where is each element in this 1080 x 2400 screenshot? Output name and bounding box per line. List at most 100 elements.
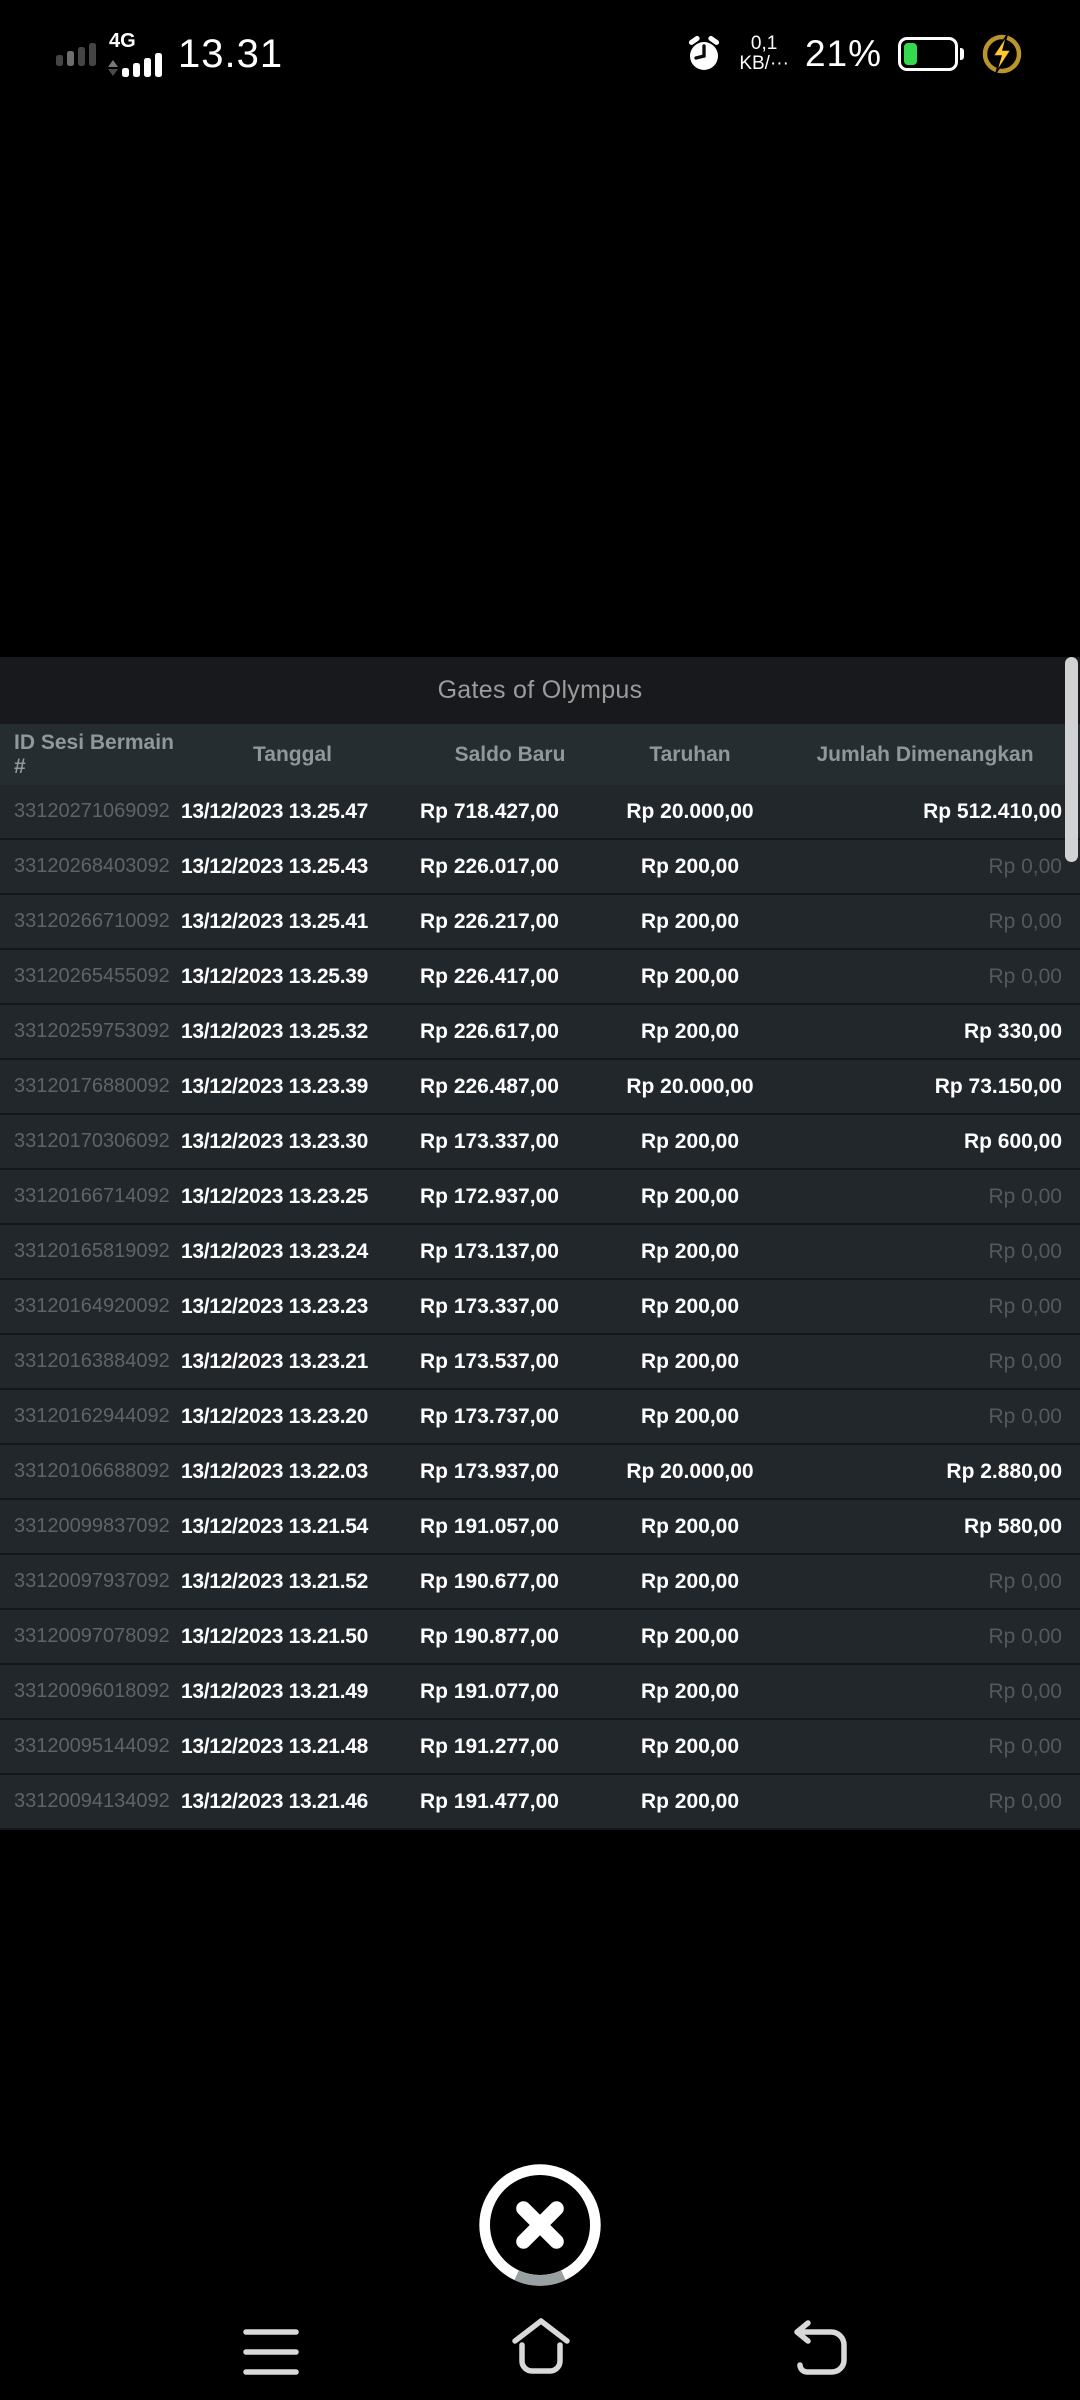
column-header-session-id: ID Sesi Bermain # [14, 730, 174, 778]
cell-new-balance: Rp 191.477,00 [420, 1789, 559, 1813]
cell-amount-won: Rp 0,00 [988, 1624, 1062, 1648]
cell-new-balance: Rp 191.077,00 [420, 1679, 559, 1703]
cell-date: 13/12/2023 13.25.41 [181, 909, 368, 933]
cell-date: 13/12/2023 13.25.47 [181, 799, 368, 823]
column-header-date: Tanggal [253, 742, 332, 766]
cell-session-id: 33120176880092 [14, 1075, 170, 1097]
table-row: 33120268403092 13/12/2023 13.25.43 Rp 22… [0, 840, 1080, 895]
cell-bet: Rp 200,00 [640, 909, 740, 933]
table-row: 33120266710092 13/12/2023 13.25.41 Rp 22… [0, 895, 1080, 950]
table-row: 33120165819092 13/12/2023 13.23.24 Rp 17… [0, 1225, 1080, 1280]
nav-menu-button[interactable] [243, 2327, 299, 2382]
cell-amount-won: Rp 0,00 [988, 1349, 1062, 1373]
cell-new-balance: Rp 226.217,00 [420, 909, 559, 933]
cell-bet: Rp 20.000,00 [626, 1074, 754, 1098]
table-row: 33120094134092 13/12/2023 13.21.46 Rp 19… [0, 1775, 1080, 1830]
table-row: 33120176880092 13/12/2023 13.23.39 Rp 22… [0, 1060, 1080, 1115]
cell-amount-won: Rp 0,00 [988, 854, 1062, 878]
cell-session-id: 33120097937092 [14, 1570, 170, 1592]
data-arrows-icon [108, 60, 118, 76]
cell-amount-won: Rp 0,00 [988, 909, 1062, 933]
cell-new-balance: Rp 226.617,00 [420, 1019, 559, 1043]
cell-bet: Rp 200,00 [640, 1789, 740, 1813]
cell-date: 13/12/2023 13.21.52 [181, 1569, 368, 1593]
column-header-amount-won: Jumlah Dimenangkan [816, 742, 1034, 766]
data-rate-value: 0,1 [750, 33, 778, 55]
cell-bet: Rp 200,00 [640, 1184, 740, 1208]
cell-new-balance: Rp 172.937,00 [420, 1184, 559, 1208]
close-button[interactable] [472, 2157, 608, 2293]
back-icon [794, 2320, 847, 2375]
cell-date: 13/12/2023 13.21.49 [181, 1679, 368, 1703]
cell-date: 13/12/2023 13.23.24 [181, 1239, 368, 1263]
cell-bet: Rp 200,00 [640, 1734, 740, 1758]
cell-new-balance: Rp 226.487,00 [420, 1074, 559, 1098]
cell-bet: Rp 200,00 [640, 1404, 740, 1428]
nav-home-button[interactable] [508, 2315, 574, 2380]
cell-session-id: 33120096018092 [14, 1680, 170, 1702]
signal-bars-icon [122, 53, 162, 77]
cell-date: 13/12/2023 13.23.25 [181, 1184, 368, 1208]
home-icon [512, 2318, 570, 2374]
network-type-label: 4G [109, 30, 136, 52]
cell-amount-won: Rp 580,00 [963, 1514, 1062, 1538]
cell-amount-won: Rp 0,00 [988, 1789, 1062, 1813]
game-title: Gates of Olympus [0, 657, 1080, 724]
cell-amount-won: Rp 0,00 [988, 1569, 1062, 1593]
cell-session-id: 33120164920092 [14, 1295, 170, 1317]
battery-icon [898, 37, 964, 71]
cell-amount-won: Rp 600,00 [963, 1129, 1062, 1153]
cell-amount-won: Rp 0,00 [988, 1184, 1062, 1208]
cell-bet: Rp 200,00 [640, 1514, 740, 1538]
cell-amount-won: Rp 0,00 [988, 964, 1062, 988]
cell-amount-won: Rp 2.880,00 [946, 1459, 1062, 1483]
table-row: 33120162944092 13/12/2023 13.23.20 Rp 17… [0, 1390, 1080, 1445]
cell-date: 13/12/2023 13.21.54 [181, 1514, 368, 1538]
table-scrollbar[interactable] [1065, 657, 1078, 862]
status-bar-right: 0,1 KB/··· 21% [685, 32, 1024, 76]
table-row: 33120265455092 13/12/2023 13.25.39 Rp 22… [0, 950, 1080, 1005]
cell-session-id: 33120259753092 [14, 1020, 170, 1042]
column-header-bet: Taruhan [649, 742, 731, 766]
table-row: 33120164920092 13/12/2023 13.23.23 Rp 17… [0, 1280, 1080, 1335]
cell-new-balance: Rp 173.537,00 [420, 1349, 559, 1373]
cell-session-id: 33120266710092 [14, 910, 170, 932]
cell-new-balance: Rp 191.057,00 [420, 1514, 559, 1538]
cell-new-balance: Rp 173.137,00 [420, 1239, 559, 1263]
cell-new-balance: Rp 226.417,00 [420, 964, 559, 988]
table-row: 33120106688092 13/12/2023 13.22.03 Rp 17… [0, 1445, 1080, 1500]
cell-new-balance: Rp 173.937,00 [420, 1459, 559, 1483]
cell-amount-won: Rp 73.150,00 [934, 1074, 1062, 1098]
cell-amount-won: Rp 0,00 [988, 1404, 1062, 1428]
cell-date: 13/12/2023 13.21.50 [181, 1624, 368, 1648]
battery-percent-label: 21% [804, 33, 882, 74]
charging-bolt-icon [982, 34, 1022, 74]
cell-session-id: 33120271069092 [14, 800, 170, 822]
cell-date: 13/12/2023 13.23.30 [181, 1129, 368, 1153]
table-body: 33120271069092 13/12/2023 13.25.47 Rp 71… [0, 785, 1080, 1830]
cell-amount-won: Rp 330,00 [963, 1019, 1062, 1043]
cell-session-id: 33120106688092 [14, 1460, 170, 1482]
cell-session-id: 33120099837092 [14, 1515, 170, 1537]
cell-bet: Rp 200,00 [640, 1569, 740, 1593]
cell-bet: Rp 200,00 [640, 1624, 740, 1648]
table-row: 33120166714092 13/12/2023 13.23.25 Rp 17… [0, 1170, 1080, 1225]
cell-amount-won: Rp 0,00 [988, 1239, 1062, 1263]
cell-bet: Rp 200,00 [640, 1349, 740, 1373]
cell-date: 13/12/2023 13.23.23 [181, 1294, 368, 1318]
cell-session-id: 33120163884092 [14, 1350, 170, 1372]
cell-session-id: 33120265455092 [14, 965, 170, 987]
cell-new-balance: Rp 173.337,00 [420, 1294, 559, 1318]
alarm-icon [689, 35, 720, 70]
cell-session-id: 33120162944092 [14, 1405, 170, 1427]
cell-bet: Rp 200,00 [640, 854, 740, 878]
cell-session-id: 33120170306092 [14, 1130, 170, 1152]
nav-back-button[interactable] [791, 2319, 851, 2380]
clock-time: 13.31 [178, 31, 284, 76]
cell-session-id: 33120097078092 [14, 1625, 170, 1647]
cell-bet: Rp 200,00 [640, 1019, 740, 1043]
cell-new-balance: Rp 718.427,00 [420, 799, 559, 823]
cell-session-id: 33120165819092 [14, 1240, 170, 1262]
cell-session-id: 33120166714092 [14, 1185, 170, 1207]
cell-date: 13/12/2023 13.23.20 [181, 1404, 368, 1428]
